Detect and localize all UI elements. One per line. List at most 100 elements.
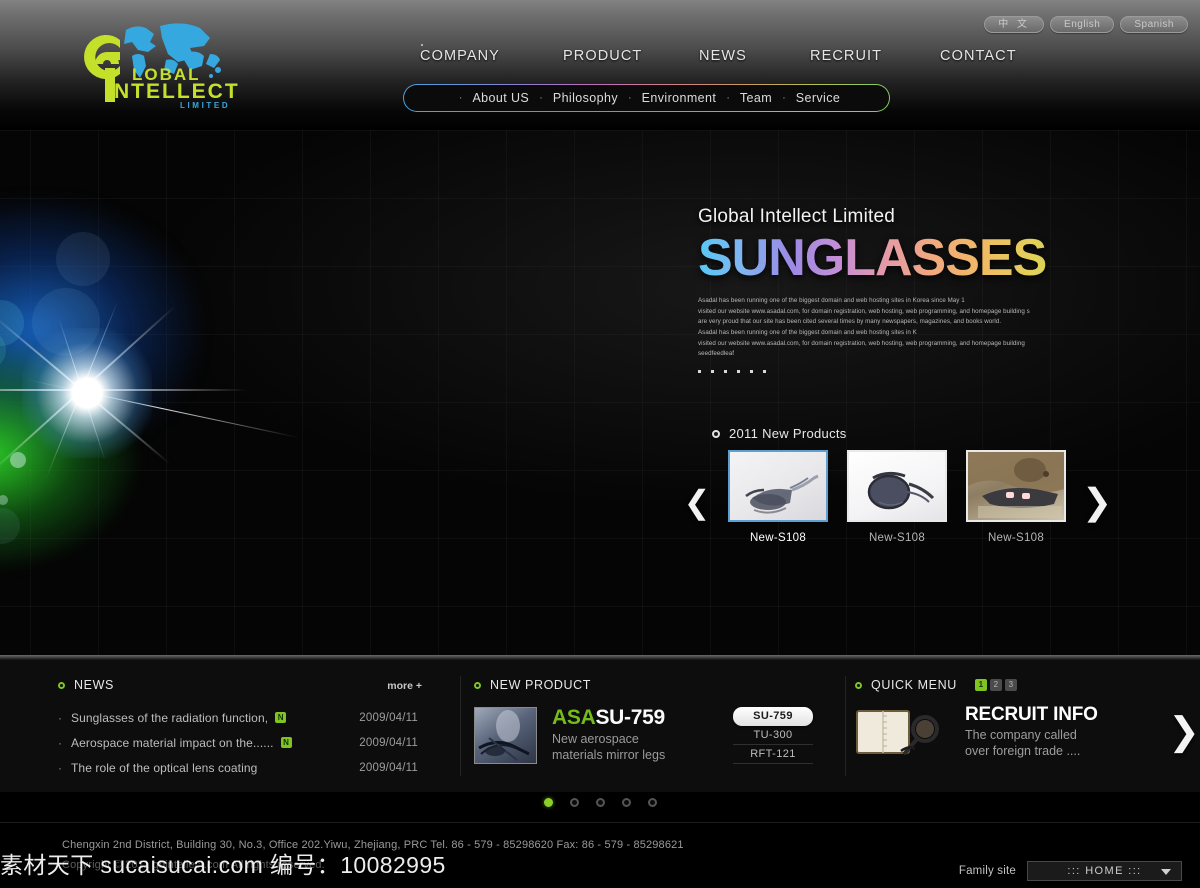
hero-slide-dots[interactable] — [698, 369, 1118, 373]
new-product-desc-line2: materials mirror legs — [552, 747, 666, 762]
logo-graphic: LOBAL NTELLECT LIMITED — [84, 23, 240, 108]
news-item-title: Aerospace material impact on the...... — [71, 735, 274, 750]
quick-menu-panel-title: QUICK MENU — [871, 678, 957, 692]
product-code-tu-300[interactable]: TU-300 — [733, 726, 813, 745]
product-caption-1: New-S108 — [749, 532, 807, 544]
new-product-panel-title: NEW PRODUCT — [490, 678, 592, 692]
lang-spanish-button[interactable]: Spanish — [1120, 16, 1188, 33]
recruit-info-subtitle: The company called over foreign trade ..… — [965, 728, 1140, 759]
quick-menu-page-3[interactable]: 3 — [1004, 679, 1017, 691]
news-item-title: Sunglasses of the radiation function, — [71, 710, 269, 725]
quick-menu-page-1[interactable]: 1 — [974, 679, 987, 691]
news-list-item[interactable]: · Aerospace material impact on the......… — [58, 730, 418, 755]
page-dot-4[interactable] — [621, 798, 631, 807]
hero-dot-5[interactable] — [750, 369, 753, 373]
quick-menu-page-2[interactable]: 2 — [989, 679, 1002, 691]
lang-english-button[interactable]: English — [1050, 16, 1115, 33]
nav-item-contact[interactable]: CONTACT — [940, 48, 1017, 64]
site-logo[interactable]: LOBAL NTELLECT LIMITED — [68, 22, 248, 108]
product-image-1 — [728, 450, 828, 522]
news-more-link[interactable]: more + — [387, 680, 422, 692]
product-code-rft-121[interactable]: RFT-121 — [733, 745, 813, 764]
hero-dot-3[interactable] — [724, 369, 727, 373]
recruit-info-title[interactable]: RECRUIT INFO — [965, 705, 1140, 725]
page-dot-1[interactable] — [543, 798, 553, 807]
family-site-area: Family site ::: HOME ::: — [959, 861, 1182, 881]
recruit-info-sub-line1: The company called — [965, 727, 1077, 742]
chevron-right-icon[interactable]: ❯ — [1168, 713, 1200, 751]
products-carousel-title: 2011 New Products — [729, 426, 847, 441]
news-item-date: 2009/04/11 — [359, 736, 418, 749]
bottom-carousel-dots — [0, 798, 1200, 807]
submenu-bar: · About US · Philosophy · Environment · … — [403, 84, 890, 112]
family-site-select[interactable]: ::: HOME ::: — [1027, 861, 1182, 881]
submenu-item-about-us[interactable]: About US — [470, 91, 531, 105]
main-navigation: COMPANY PRODUCT NEWS RECRUIT CONTACT — [400, 48, 1060, 76]
logo-word-intellect: NTELLECT — [114, 80, 240, 103]
footer-address: Chengxin 2nd District, Building 30, No.3… — [62, 839, 684, 851]
submenu-inner: · About US · Philosophy · Environment · … — [404, 85, 889, 111]
new-product-code: SU-759 — [595, 706, 665, 729]
hero-dot-6[interactable] — [763, 369, 766, 373]
page-dot-2[interactable] — [569, 798, 579, 807]
submenu-item-service[interactable]: Service — [794, 91, 842, 105]
news-item-date: 2009/04/11 — [359, 711, 418, 724]
nav-item-company[interactable]: COMPANY — [420, 48, 500, 64]
bullet-dot-icon: · — [58, 735, 62, 750]
page-dot-3[interactable] — [595, 798, 605, 807]
hero-body-text: Asadal has been running one of the bigge… — [698, 297, 1030, 358]
nav-item-recruit[interactable]: RECRUIT — [810, 48, 882, 64]
site-footer: Chengxin 2nd District, Building 30, No.3… — [0, 822, 1200, 888]
site-header: 中 文 English Spanish LOBAL NTELLECT LIMIT… — [0, 0, 1200, 130]
nav-active-dot — [421, 44, 423, 46]
news-panel: NEWS · Sunglasses of the radiation funct… — [0, 660, 460, 792]
product-thumb-2[interactable]: New-S108 — [847, 450, 947, 544]
product-thumb-1[interactable]: New-S108 — [728, 450, 828, 544]
lang-chinese-button[interactable]: 中 文 — [984, 16, 1045, 33]
quick-menu-panel-header: QUICK MENU 1 2 3 — [855, 678, 1200, 692]
news-list-item[interactable]: · The role of the optical lens coating 2… — [58, 755, 418, 780]
new-product-panel: NEW PRODUCT ASASU-759 New aerospace mate… — [460, 660, 845, 792]
nav-item-product[interactable]: PRODUCT — [563, 48, 642, 64]
news-item-date: 2009/04/11 — [359, 761, 418, 774]
bottom-panels: NEWS · Sunglasses of the radiation funct… — [0, 660, 1200, 792]
hero-title: SUNGLASSES — [698, 232, 1118, 284]
hero-kicker: Global Intellect Limited — [698, 206, 896, 227]
product-image-2 — [847, 450, 947, 522]
hero-dot-4[interactable] — [737, 369, 740, 373]
page-dot-5[interactable] — [647, 798, 657, 807]
news-list: · Sunglasses of the radiation function, … — [58, 705, 418, 780]
chevron-right-icon[interactable]: ❯ — [1082, 484, 1112, 522]
news-panel-title: NEWS — [74, 678, 114, 692]
ring-bullet-icon — [855, 681, 862, 689]
new-product-panel-header: NEW PRODUCT — [474, 678, 834, 692]
product-caption-2: New-S108 — [868, 532, 926, 544]
submenu-item-team[interactable]: Team — [738, 91, 774, 105]
news-new-badge: N — [275, 712, 287, 723]
nav-item-news[interactable]: NEWS — [699, 48, 747, 64]
submenu-bullet-2: · — [539, 92, 543, 104]
submenu-item-environment[interactable]: Environment — [640, 91, 719, 105]
new-product-image[interactable] — [474, 707, 537, 764]
product-image-3 — [966, 450, 1066, 522]
news-list-item[interactable]: · Sunglasses of the radiation function, … — [58, 705, 418, 730]
submenu-bullet-4: · — [726, 92, 730, 104]
submenu-item-philosophy[interactable]: Philosophy — [551, 91, 620, 105]
family-site-label: Family site — [958, 865, 1016, 877]
hero-copy-block: Global Intellect Limited SUNGLASSES Asad… — [698, 206, 1118, 373]
chevron-left-icon[interactable]: ❮ — [682, 484, 712, 522]
new-product-desc-line1: New aerospace — [552, 732, 639, 746]
news-panel-header: NEWS — [58, 678, 418, 692]
products-carousel-header: 2011 New Products — [712, 426, 847, 441]
hero-dot-1[interactable] — [698, 369, 701, 373]
language-switcher: 中 文 English Spanish — [984, 16, 1188, 33]
hero-dot-2[interactable] — [711, 369, 714, 373]
product-thumb-3[interactable]: New-S108 — [966, 450, 1066, 544]
family-site-value: ::: HOME ::: — [1067, 865, 1142, 877]
product-code-su-759[interactable]: SU-759 — [733, 707, 813, 726]
news-new-badge: N — [280, 737, 292, 748]
news-item-title: The role of the optical lens coating — [71, 760, 258, 775]
product-code-list: SU-759 TU-300 RFT-121 — [733, 707, 813, 764]
submenu-bullet-3: · — [627, 92, 632, 104]
logo-word-limited: LIMITED — [180, 101, 230, 108]
